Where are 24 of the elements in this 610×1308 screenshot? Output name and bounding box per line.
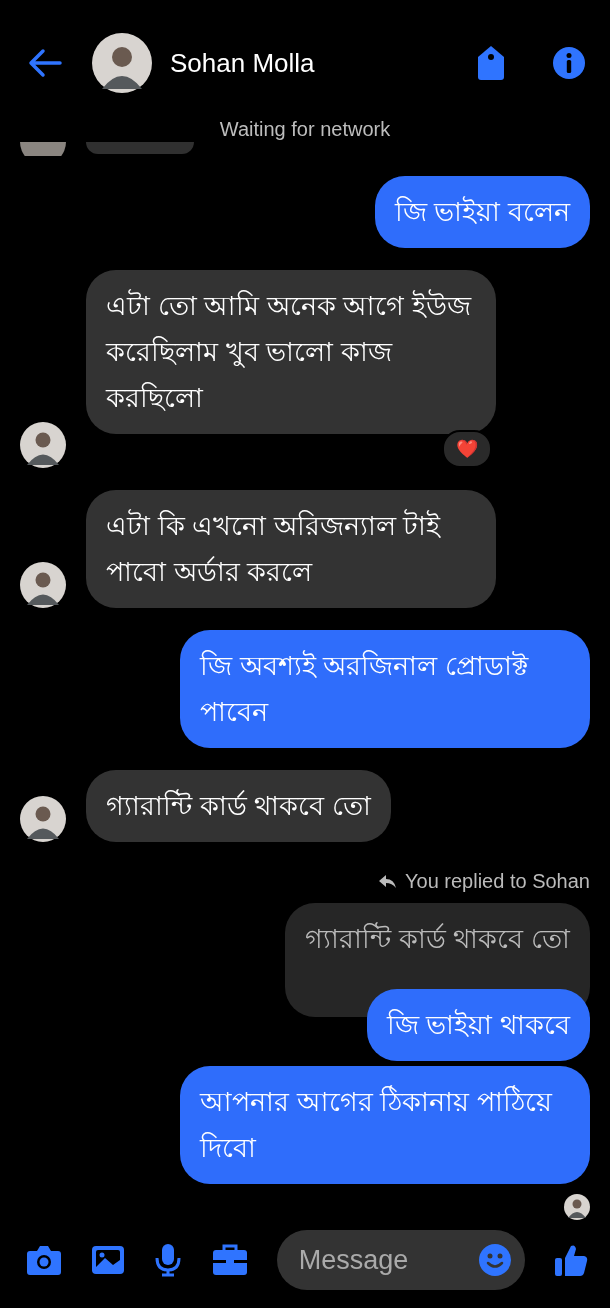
microphone-icon[interactable] (154, 1243, 183, 1277)
back-icon[interactable] (28, 48, 62, 78)
contact-name[interactable]: Sohan Molla (170, 47, 476, 79)
camera-icon[interactable] (26, 1244, 62, 1276)
reply-label: You replied to Sohan (405, 870, 590, 893)
thumbs-up-icon[interactable] (553, 1243, 588, 1277)
briefcase-icon[interactable] (211, 1244, 248, 1276)
message-field[interactable]: Message (296, 1243, 479, 1277)
sent-message[interactable]: আপনার আগের ঠিকানায় পাঠিয়ে দিবো (180, 1066, 590, 1184)
image-icon[interactable] (91, 1245, 126, 1275)
emoji-icon[interactable] (478, 1244, 511, 1276)
seen-avatar (564, 1194, 590, 1220)
reaction[interactable]: ❤ (442, 430, 492, 468)
received-message[interactable]: গ্যারান্টি কার্ড থাকবে তো (86, 770, 391, 842)
sent-message[interactable]: জি ভাইয়া থাকবে (367, 989, 590, 1061)
sent-message[interactable]: জি অবশ্যই অরজিনাল প্রোডাক্ট পাবেন (180, 630, 590, 748)
reply-icon (379, 874, 397, 889)
tag-icon[interactable] (476, 45, 506, 81)
network-status: Waiting for network (218, 118, 392, 142)
received-message[interactable]: এটা তো আমি অনেক আগে ইউজ করেছিলাম খুব ভালো কাজ করছিলো (86, 270, 496, 434)
sent-message[interactable]: জি ভাইয়া বলেন (375, 176, 590, 248)
message-bar[interactable]: Message (276, 1230, 525, 1290)
received-message[interactable]: এটা কি এখনো অরিজন্যাল টাই পাবো অর্ডার করলে (86, 490, 496, 608)
info-icon[interactable] (552, 46, 586, 80)
